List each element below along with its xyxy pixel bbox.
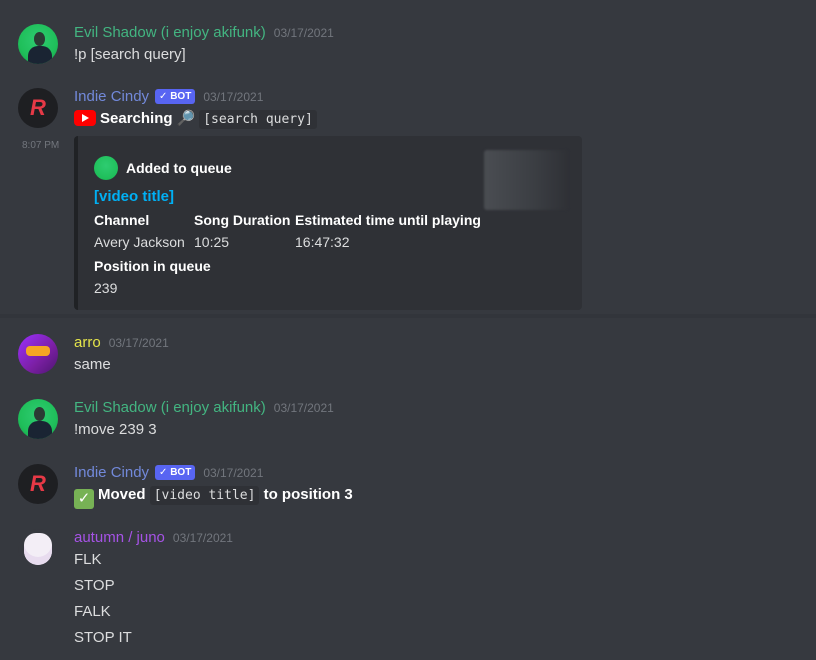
moved-title: [video title] bbox=[149, 486, 260, 505]
timestamp: 03/17/2021 bbox=[172, 530, 233, 545]
divider bbox=[0, 314, 816, 318]
moved-suffix: to position 3 bbox=[263, 486, 353, 503]
message-text: FALK bbox=[74, 603, 111, 620]
message-text: !p [search query] bbox=[74, 46, 186, 63]
bot-logo-icon: R bbox=[30, 471, 46, 496]
username[interactable]: Indie Cindy bbox=[74, 464, 149, 481]
embed-title-link[interactable]: [video title] bbox=[94, 188, 174, 205]
bot-badge: ✓ BOT bbox=[155, 89, 196, 104]
youtube-icon bbox=[74, 110, 96, 126]
embed-field-position: Position in queue 239 bbox=[94, 258, 211, 296]
username[interactable]: arro bbox=[74, 334, 101, 351]
message-header: Evil Shadow (i enjoy akifunk) 03/17/2021 bbox=[74, 24, 334, 41]
embed-author: Added to queue bbox=[94, 156, 232, 180]
avatar[interactable] bbox=[18, 529, 58, 569]
message-content: !move 239 3 bbox=[74, 417, 157, 443]
avatar[interactable] bbox=[18, 24, 58, 64]
message-content: FLK STOP FALK STOP IT bbox=[74, 547, 132, 651]
embed-field-eta: Estimated time until playing 16:47:32 bbox=[295, 212, 481, 250]
message-text: STOP bbox=[74, 577, 115, 594]
username[interactable]: Evil Shadow (i enjoy akifunk) bbox=[74, 24, 266, 41]
bot-logo-icon: R bbox=[30, 95, 46, 120]
avatar[interactable] bbox=[18, 399, 58, 439]
message-header: Evil Shadow (i enjoy akifunk) 03/17/2021 bbox=[74, 399, 334, 416]
message-header: autumn / juno 03/17/2021 bbox=[74, 529, 233, 546]
chat-messages: Evil Shadow (i enjoy akifunk) 03/17/2021… bbox=[0, 0, 816, 660]
embed-field-duration: Song Duration 10:25 bbox=[194, 212, 291, 250]
check-mark-icon: ✓ bbox=[74, 489, 94, 509]
avatar[interactable] bbox=[18, 334, 58, 374]
search-query: [search query] bbox=[199, 110, 317, 129]
timestamp: 03/17/2021 bbox=[273, 400, 334, 415]
avatar[interactable]: R bbox=[18, 464, 58, 504]
message-header: Indie Cindy ✓ BOT 03/17/2021 bbox=[74, 88, 263, 105]
magnifier-icon: 🔎 bbox=[176, 110, 196, 127]
message-content: Searching 🔎 [search query] bbox=[74, 106, 317, 132]
username[interactable]: autumn / juno bbox=[74, 529, 165, 546]
embed-author-avatar bbox=[94, 156, 118, 180]
timestamp: 03/17/2021 bbox=[273, 25, 334, 40]
message-content: same bbox=[74, 352, 111, 378]
timestamp: 03/17/2021 bbox=[203, 465, 264, 480]
searching-label: Searching bbox=[100, 110, 173, 127]
message-content: ✓ Moved [video title] to position 3 bbox=[74, 482, 353, 509]
username[interactable]: Indie Cindy bbox=[74, 88, 149, 105]
side-timestamp: 8:07 PM bbox=[22, 140, 60, 151]
message-text: FLK bbox=[74, 551, 102, 568]
message-text: STOP IT bbox=[74, 629, 132, 646]
message-header: arro 03/17/2021 bbox=[74, 334, 169, 351]
message-content: !p [search query] bbox=[74, 42, 186, 68]
queue-embed: Added to queue [video title] Channel Ave… bbox=[74, 136, 582, 310]
moved-label: Moved bbox=[98, 486, 146, 503]
embed-thumbnail[interactable] bbox=[484, 150, 568, 210]
embed-field-channel: Channel Avery Jackson bbox=[94, 212, 185, 250]
embed-author-name: Added to queue bbox=[126, 160, 232, 176]
message-header: Indie Cindy ✓ BOT 03/17/2021 bbox=[74, 464, 263, 481]
timestamp: 03/17/2021 bbox=[108, 335, 169, 350]
username[interactable]: Evil Shadow (i enjoy akifunk) bbox=[74, 399, 266, 416]
message-text: same bbox=[74, 356, 111, 373]
bot-badge: ✓ BOT bbox=[155, 465, 196, 480]
avatar[interactable]: R bbox=[18, 88, 58, 128]
timestamp: 03/17/2021 bbox=[203, 89, 264, 104]
message-text: !move 239 3 bbox=[74, 421, 157, 438]
